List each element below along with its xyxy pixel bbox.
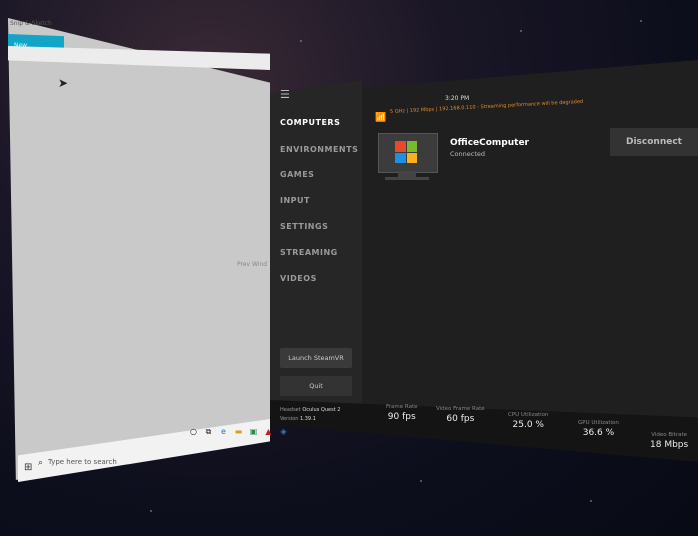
stat-cpu-utilization: CPU Utilization 25.0 %: [508, 412, 549, 430]
monitor-base: [385, 177, 429, 180]
app-icon[interactable]: ▲: [263, 426, 274, 437]
wifi-icon: 📶: [375, 113, 387, 123]
store-icon[interactable]: ▣: [248, 426, 259, 437]
star: [420, 480, 422, 482]
stat-video-bitrate: Video Bitrate 18 Mbps: [650, 432, 688, 450]
stat-label: CPU Utilization: [508, 412, 549, 418]
disconnect-button[interactable]: Disconnect: [610, 128, 698, 156]
taskbar-search-input[interactable]: Type here to search: [48, 458, 117, 466]
star: [640, 20, 642, 22]
mouse-cursor-icon: ➤: [58, 76, 69, 90]
nav-videos[interactable]: VIDEOS: [280, 274, 317, 283]
nav-streaming[interactable]: STREAMING: [280, 248, 338, 257]
windows-logo-icon: [395, 141, 417, 163]
quit-button[interactable]: Quit: [280, 376, 352, 396]
windows-desktop-panel[interactable]: [8, 18, 270, 480]
search-icon[interactable]: ⌕: [38, 458, 43, 468]
star: [520, 30, 522, 32]
taskbar-icons: ○ ⧉ e ▬ ▣ ▲ ◈: [188, 426, 289, 437]
cortana-icon[interactable]: ○: [188, 426, 199, 437]
start-button-icon[interactable]: ⊞: [24, 462, 36, 474]
headset-info: Headset Oculus Quest 2 Version 1.39.1: [280, 406, 340, 424]
computer-name: OfficeComputer: [450, 138, 529, 148]
star: [150, 510, 152, 512]
stat-value: 25.0 %: [512, 420, 544, 430]
nav-input[interactable]: INPUT: [280, 196, 310, 205]
nav-games[interactable]: GAMES: [280, 170, 314, 179]
nav-computers[interactable]: COMPUTERS: [280, 118, 340, 127]
connection-status: Connected: [450, 150, 486, 158]
edge-icon[interactable]: e: [218, 426, 229, 437]
stat-value: 90 fps: [387, 412, 416, 422]
nav-settings[interactable]: SETTINGS: [280, 222, 328, 231]
nav-environments[interactable]: ENVIRONMENTS: [280, 145, 358, 154]
file-explorer-icon[interactable]: ▬: [233, 426, 244, 437]
clock: 3:20 PM: [445, 95, 470, 102]
version-label: Version: [280, 416, 299, 422]
stat-video-frame-rate: Video Frame Rate 60 fps: [436, 406, 485, 424]
headset-value: Oculus Quest 2: [302, 407, 341, 413]
virtual-desktop-icon[interactable]: ◈: [278, 426, 289, 437]
window-title: Snip & Sketch: [10, 20, 52, 27]
menu-icon[interactable]: ☰: [280, 88, 290, 101]
launch-steamvr-button[interactable]: Launch SteamVR: [280, 348, 352, 368]
headset-label: Headset: [280, 407, 301, 413]
stat-label: Frame Rate: [386, 404, 418, 410]
stat-value: 36.6 %: [582, 428, 615, 438]
star: [590, 500, 592, 502]
stat-label: Video Frame Rate: [436, 406, 485, 412]
star: [300, 40, 302, 42]
version-value: 1.39.1: [299, 416, 316, 422]
stat-label: GPU Utilization: [578, 420, 619, 426]
stat-value: 60 fps: [446, 414, 475, 424]
stat-label: Video Bitrate: [651, 432, 687, 438]
task-view-icon[interactable]: ⧉: [203, 426, 214, 437]
stat-value: 18 Mbps: [650, 440, 689, 450]
stat-frame-rate: Frame Rate 90 fps: [386, 404, 418, 422]
stat-gpu-utilization: GPU Utilization 36.6 %: [578, 420, 619, 438]
side-label: Prev Wind: [237, 261, 268, 268]
